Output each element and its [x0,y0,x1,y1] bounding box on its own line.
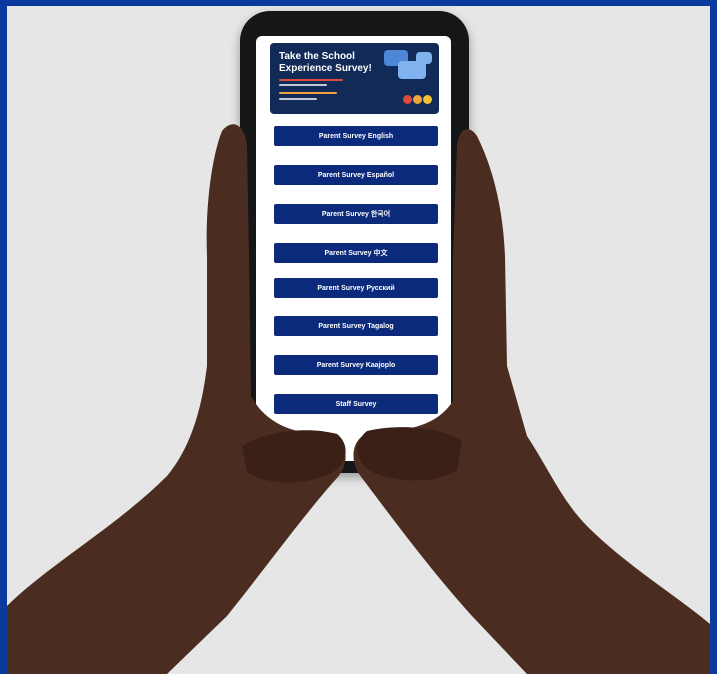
photo-background: Take the School Experience Survey! Paren… [7,6,710,674]
hands-illustration [7,124,710,674]
left-hand [7,124,346,674]
right-hand [353,129,710,674]
